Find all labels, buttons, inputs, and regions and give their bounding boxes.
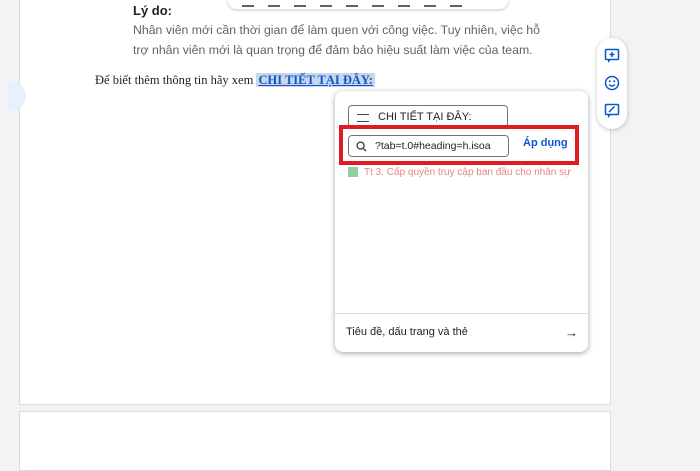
line-spacing-icon[interactable] [268, 0, 280, 7]
numbered-list-icon[interactable] [346, 0, 358, 7]
checklist-icon[interactable] [294, 0, 306, 7]
headings-bookmarks-label[interactable]: Tiêu đề, dấu trang và thẻ [346, 326, 468, 338]
arrow-right-icon[interactable]: → [565, 325, 578, 340]
heading-doc-icon [348, 167, 358, 177]
align-icon[interactable] [242, 0, 254, 7]
info-text: Để biết thêm thông tin hãy xem [95, 73, 254, 87]
side-actions [597, 38, 627, 129]
decrease-indent-icon[interactable] [372, 0, 384, 7]
suggest-edit-icon[interactable] [604, 103, 620, 119]
info-line: Để biết thêm thông tin hãy xem CHI TIẾT … [95, 73, 375, 88]
clear-formatting-icon[interactable] [424, 0, 436, 7]
floating-format-toolbar [228, 0, 508, 9]
search-icon [356, 140, 367, 152]
reason-paragraph: Nhân viên mới cần thời gian để làm quen … [133, 23, 540, 57]
link-text-value: CHI TIẾT TẠI ĐÂY: [378, 111, 472, 123]
emoji-icon[interactable] [604, 75, 620, 91]
apply-button[interactable]: Áp dụng [523, 137, 568, 149]
reason-label: Lý do: [133, 3, 172, 18]
outline-toggle[interactable] [8, 82, 26, 110]
popup-divider [335, 313, 588, 314]
document-link[interactable]: CHI TIẾT TẠI ĐÂY: [256, 73, 375, 87]
link-url-value: ?tab=t.0#heading=h.isoa [375, 140, 491, 152]
document-page-2[interactable] [19, 411, 611, 471]
link-url-field[interactable]: ?tab=t.0#heading=h.isoa [348, 135, 509, 157]
link-text-field[interactable]: CHI TIẾT TẠI ĐÂY: [348, 105, 508, 129]
more-icon[interactable] [450, 0, 462, 7]
text-format-icon [357, 114, 369, 122]
link-edit-popup: CHI TIẾT TẠI ĐÂY: ?tab=t.0#heading=h.iso… [335, 91, 588, 352]
add-comment-icon[interactable] [604, 48, 620, 64]
increase-indent-icon[interactable] [398, 0, 410, 7]
bulleted-list-icon[interactable] [320, 0, 332, 7]
suggestion-text: Tt 3. Cấp quyền truy cập ban đầu cho nhâ… [364, 166, 571, 178]
link-suggestion[interactable]: Tt 3. Cấp quyền truy cập ban đầu cho nhâ… [348, 166, 578, 178]
